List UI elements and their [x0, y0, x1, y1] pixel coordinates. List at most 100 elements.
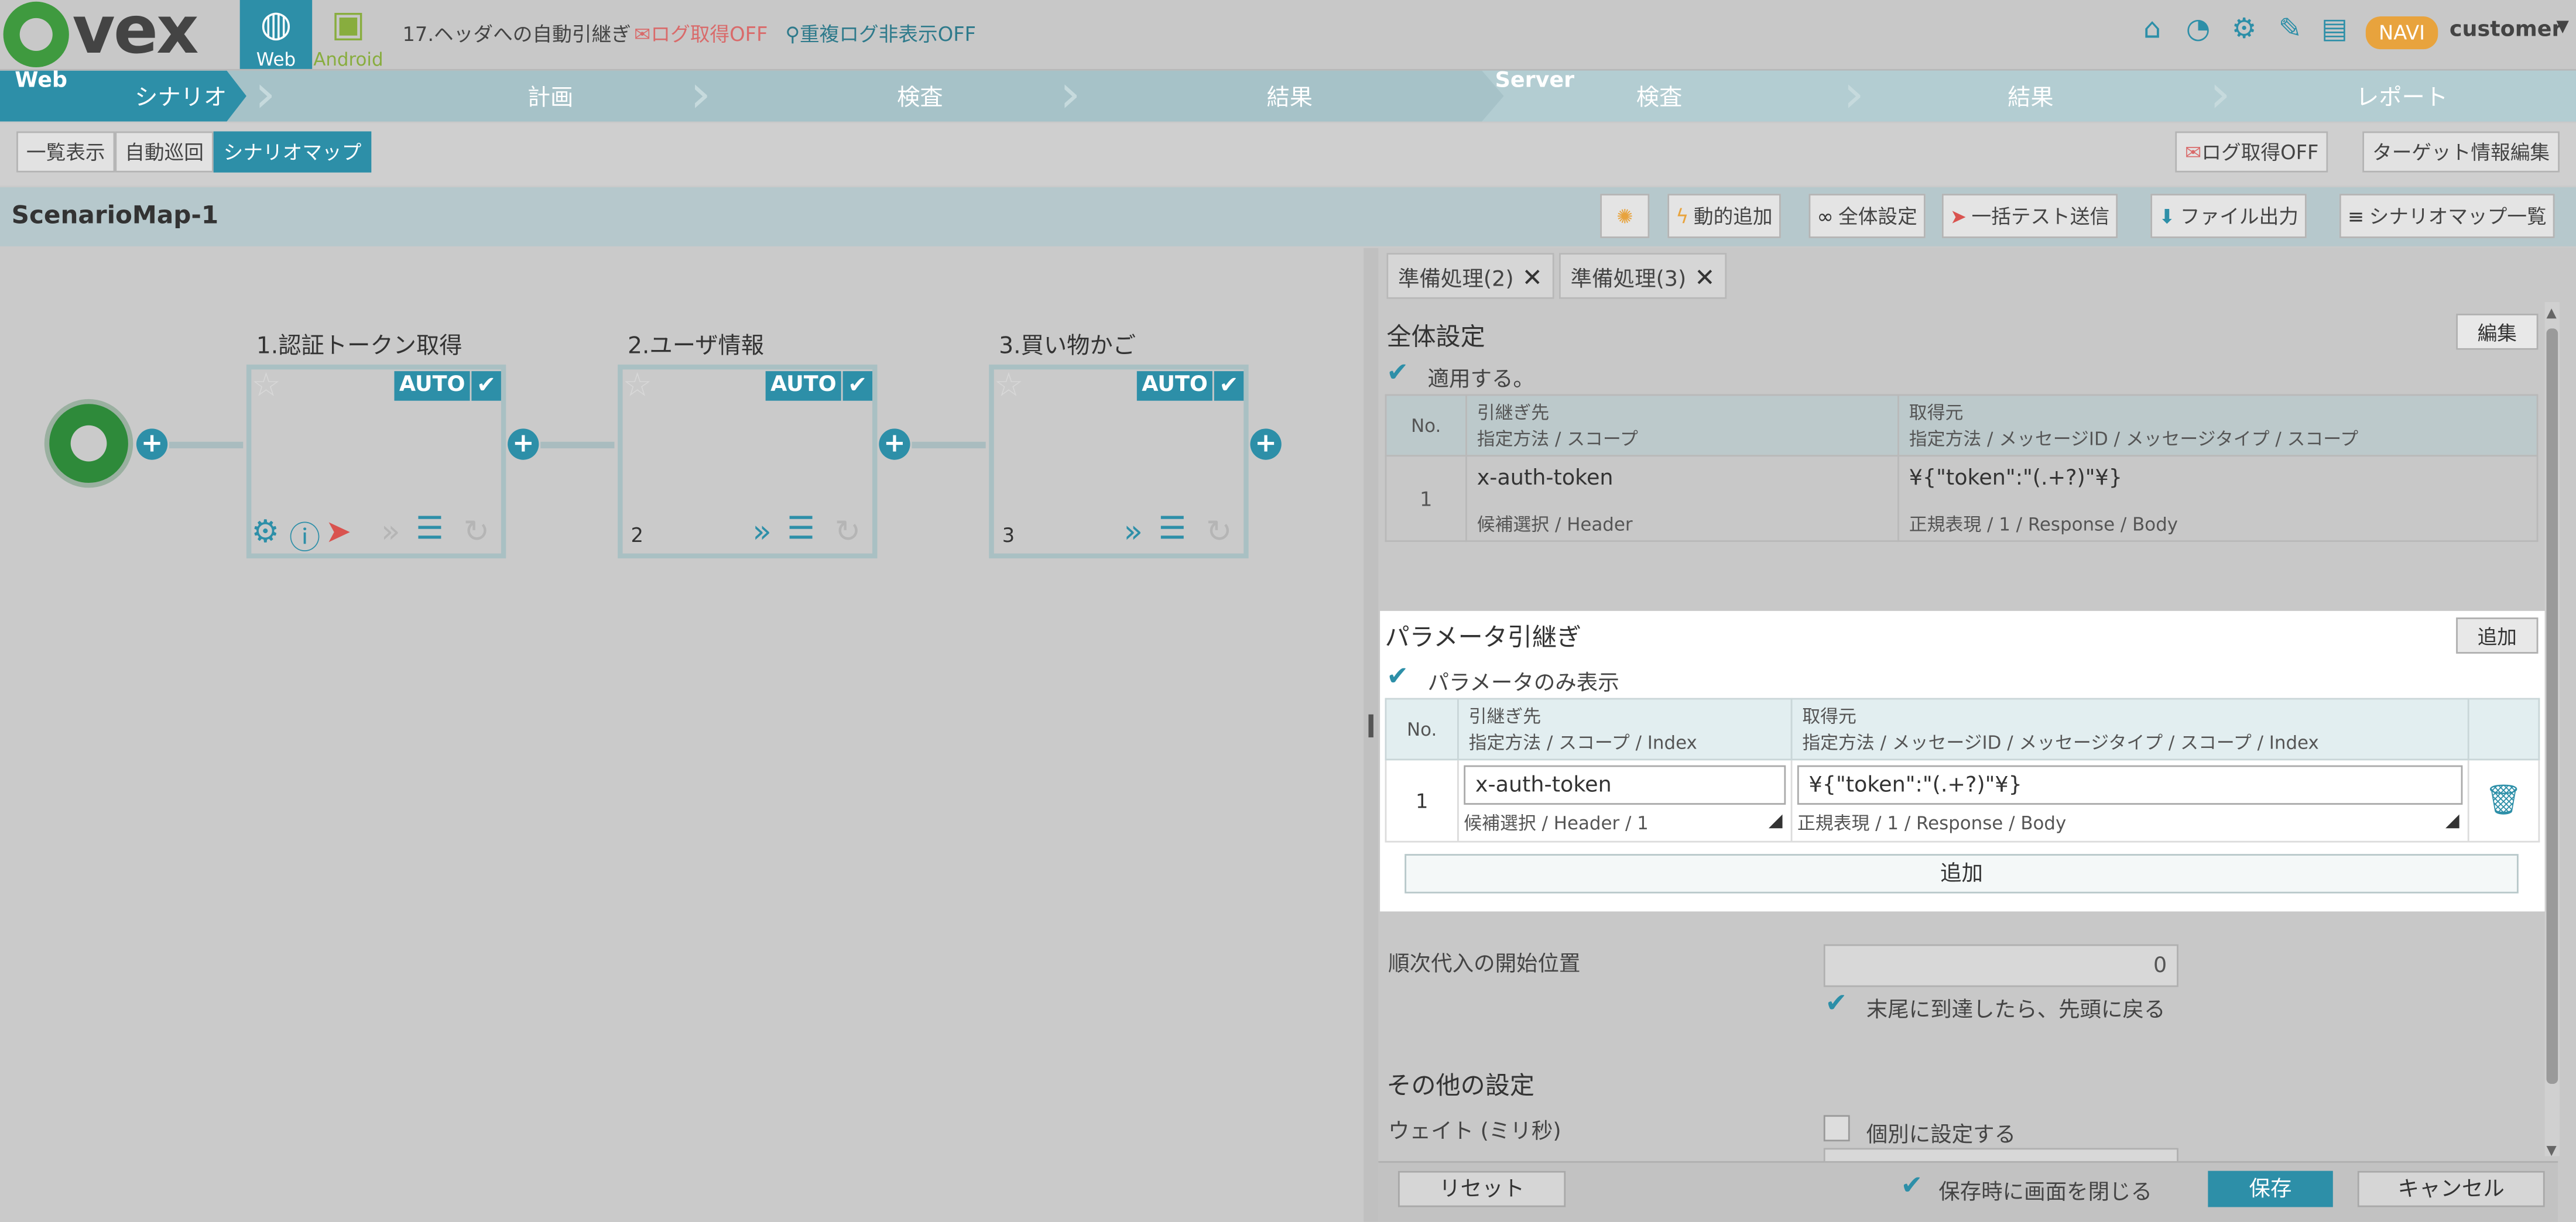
log-off-icon: ✉: [2185, 141, 2202, 164]
close-icon[interactable]: ✕: [1522, 263, 1543, 293]
flow-arrow: [540, 441, 615, 449]
col-src: 取得元 指定方法 / メッセージID / メッセージタイプ / スコープ: [1897, 394, 2539, 457]
auto-crawl-button[interactable]: 自動巡回: [115, 131, 214, 173]
checkmark-icon[interactable]: ✔: [1825, 987, 1848, 1018]
dashboard-icon[interactable]: ◔: [2180, 13, 2217, 46]
gear-icon[interactable]: ⚙: [251, 514, 279, 550]
step-inspect[interactable]: 検査: [805, 80, 1035, 113]
checkbox-checked-icon[interactable]: ✔: [842, 371, 873, 401]
web-step-tag: Web: [15, 68, 68, 94]
save-button[interactable]: 保存: [2208, 1170, 2333, 1207]
platform-web-tab[interactable]: ◍ Web: [239, 0, 313, 71]
checkbox-checked-icon[interactable]: ✔: [471, 371, 501, 401]
node-title: 1.認証トークン取得: [256, 333, 463, 360]
target-info-edit-button[interactable]: ターゲット情報編集: [2362, 131, 2560, 173]
scenario-map-button[interactable]: シナリオマップ: [213, 131, 372, 173]
checkbox-checked-icon[interactable]: ✔: [1214, 371, 1244, 401]
col-dest-line2: 指定方法 / スコープ: [1477, 428, 1638, 450]
database-icon[interactable]: ☰: [1158, 511, 1186, 547]
checkmark-icon[interactable]: ✔: [1386, 660, 1409, 691]
row-dest: x-auth-token 候補選択 / Header / 1 ◢: [1457, 758, 1793, 843]
step-separator-icon: ›: [1843, 62, 1865, 125]
gear-icon[interactable]: ⚙: [2226, 13, 2262, 46]
log-off-label: ログ取得OFF: [2201, 141, 2319, 164]
tab-prep-3[interactable]: 準備処理(3) ✕: [1559, 253, 1727, 299]
eraser-icon[interactable]: ◢: [1769, 809, 1783, 830]
tab-prep-2[interactable]: 準備処理(2) ✕: [1386, 253, 1554, 299]
globe-icon: ◍: [260, 5, 292, 46]
info-icon[interactable]: ⓘ: [289, 514, 320, 558]
splitter-grip[interactable]: [1368, 714, 1373, 737]
dup-log-flag-label: 重複ログ非表示OFF: [800, 23, 977, 46]
dynamic-add-label: 動的追加: [1693, 205, 1773, 229]
star-icon[interactable]: ☆: [623, 365, 652, 404]
android-icon: ▣: [331, 5, 366, 46]
step-server-result[interactable]: 結果: [1916, 80, 2146, 113]
src-input[interactable]: ¥{"token":"(.+?)"¥}: [1797, 765, 2463, 805]
dest-meta: 候補選択 / Header: [1477, 514, 1633, 536]
log-flag-link[interactable]: ✉ログ取得OFF: [634, 20, 768, 48]
reset-button[interactable]: リセット: [1398, 1170, 1566, 1207]
platform-android-tab[interactable]: ▣ Android: [312, 0, 384, 70]
individual-setting-checkbox[interactable]: [1823, 1115, 1850, 1142]
home-icon[interactable]: ⌂: [2134, 13, 2170, 46]
add-node-icon[interactable]: +: [508, 428, 539, 460]
sequential-start-label: 順次代入の開始位置: [1388, 952, 1581, 977]
paper-plane-icon[interactable]: ➤: [326, 514, 352, 550]
star-icon[interactable]: ☆: [251, 365, 280, 404]
col-dest-line2: 指定方法 / スコープ / Index: [1468, 732, 1697, 754]
close-icon[interactable]: ✕: [1694, 263, 1715, 293]
dynamic-add-button[interactable]: ϟ 動的追加: [1667, 194, 1781, 238]
refresh-icon[interactable]: ↻: [463, 514, 489, 550]
col-no: No.: [1385, 394, 1467, 457]
global-settings-button[interactable]: ∞ 全体設定: [1808, 194, 1926, 238]
refresh-icon[interactable]: ↻: [1206, 514, 1232, 550]
add-button[interactable]: 追加: [2456, 617, 2539, 654]
table-row: 1 x-auth-token 候補選択 / Header / 1 ◢ ¥{"to…: [1385, 758, 2540, 843]
file-export-button[interactable]: ⬇ ファイル出力: [2150, 194, 2307, 238]
add-node-icon[interactable]: +: [136, 428, 168, 460]
bolt-icon: ϟ: [1676, 205, 1689, 229]
refresh-icon[interactable]: ↻: [835, 514, 861, 550]
navi-badge[interactable]: NAVI: [2365, 16, 2438, 50]
scrollbar-thumb[interactable]: [2546, 328, 2558, 1084]
step-plan[interactable]: 計画: [436, 80, 666, 113]
step-result[interactable]: 結果: [1174, 80, 1405, 113]
lightbulb-button[interactable]: ✺: [1600, 194, 1650, 238]
dup-log-flag-link[interactable]: ⚲重複ログ非表示OFF: [785, 20, 976, 48]
col-src: 取得元 指定方法 / メッセージID / メッセージタイプ / スコープ / I…: [1790, 698, 2469, 761]
log-off-button[interactable]: ✉ログ取得OFF: [2175, 131, 2329, 173]
scroll-down-icon[interactable]: ▼: [2546, 1143, 2556, 1158]
add-node-icon[interactable]: +: [1250, 428, 1282, 460]
step-server-inspect[interactable]: 検査: [1544, 80, 1775, 113]
chevron-down-icon[interactable]: ▼: [2556, 18, 2569, 36]
database-icon[interactable]: ☰: [416, 511, 444, 547]
eraser-icon[interactable]: ◢: [2445, 809, 2459, 830]
scenario-map-list-button[interactable]: ≡ シナリオマップ一覧: [2339, 194, 2555, 238]
sequential-start-input[interactable]: 0: [1823, 944, 2178, 987]
star-icon[interactable]: ☆: [994, 365, 1023, 404]
user-menu[interactable]: customer: [2450, 18, 2563, 43]
cancel-button[interactable]: キャンセル: [2357, 1170, 2545, 1207]
step-server-report[interactable]: レポート: [2287, 80, 2517, 113]
col-no: No.: [1385, 698, 1459, 761]
close-on-save-label: 保存時に画面を閉じる: [1938, 1180, 2153, 1206]
scroll-up-icon[interactable]: ▲: [2546, 306, 2556, 320]
step-separator-icon: ›: [254, 62, 276, 125]
start-node[interactable]: [44, 399, 133, 488]
database-icon[interactable]: ☰: [787, 511, 815, 547]
global-settings-label: 全体設定: [1838, 205, 1917, 229]
edit-button[interactable]: 編集: [2456, 313, 2539, 350]
list-view-button[interactable]: 一覧表示: [16, 131, 115, 173]
checkmark-icon[interactable]: ✔: [1901, 1169, 1923, 1200]
dest-input[interactable]: x-auth-token: [1464, 765, 1786, 805]
individual-setting-label: 個別に設定する: [1866, 1123, 2016, 1148]
list-icon: ≡: [2347, 205, 2365, 229]
trash-icon[interactable]: 🗑: [2467, 758, 2540, 843]
add-node-icon[interactable]: +: [879, 428, 910, 460]
wrench-icon[interactable]: ✎: [2272, 13, 2308, 46]
bulk-test-send-button[interactable]: ➤ 一括テスト送信: [1941, 194, 2118, 238]
add-row-button[interactable]: 追加: [1405, 854, 2519, 894]
table-header-row: No. 引継ぎ先 指定方法 / スコープ 取得元 指定方法 / メッセージID …: [1385, 394, 2539, 457]
book-icon[interactable]: ▤: [2317, 13, 2353, 46]
